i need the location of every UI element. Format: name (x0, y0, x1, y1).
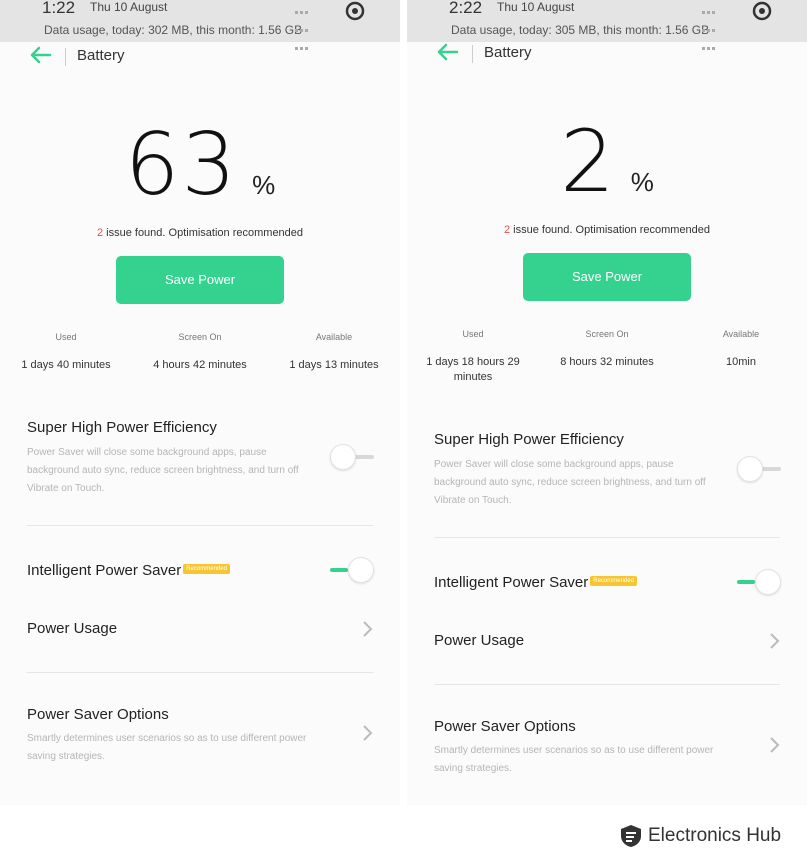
power-usage-title[interactable]: Power Usage (434, 632, 524, 649)
issue-message: 2 issue found. Optimisation recommended (407, 224, 807, 236)
stat-used: Used 1 days 40 minutes (7, 332, 125, 373)
battery-screen-right: 2:22 Thu 10 August Data usage, today: 30… (407, 0, 807, 805)
intelligent-power-saver-toggle[interactable] (330, 557, 374, 583)
power-usage-title[interactable]: Power Usage (27, 620, 117, 637)
appbar-divider (472, 45, 473, 63)
status-data-usage: Data usage, today: 305 MB, this month: 1… (451, 23, 710, 37)
power-saver-options-desc: Smartly determines user scenarios so as … (27, 733, 307, 762)
divider (27, 672, 373, 673)
page-title: Battery (484, 44, 532, 61)
battery-percentage: 63% (0, 115, 400, 215)
status-data-usage: Data usage, today: 302 MB, this month: 1… (44, 23, 303, 37)
super-high-power-efficiency-title: Super High Power Efficiency (434, 431, 624, 448)
battery-percentage: 2% (407, 112, 807, 212)
back-arrow-icon[interactable] (437, 43, 459, 61)
divider (434, 537, 780, 538)
percent-sign: % (252, 170, 276, 200)
stat-value: 1 days 18 hours 29 minutes (426, 356, 520, 383)
chevron-right-icon[interactable] (360, 619, 374, 639)
shield-logo-icon (621, 825, 641, 847)
stat-label: Used (462, 329, 484, 339)
settings-gear-icon[interactable] (344, 0, 366, 22)
save-power-button[interactable]: Save Power (523, 253, 691, 301)
chevron-right-icon[interactable] (767, 631, 781, 651)
page-title: Battery (77, 47, 125, 64)
status-time: 2:22 (449, 0, 483, 17)
stat-value: 10min (726, 356, 756, 368)
power-saver-options-desc: Smartly determines user scenarios so as … (434, 745, 714, 774)
status-bar: 2:22 Thu 10 August Data usage, today: 30… (407, 0, 807, 50)
battery-percent-value: 2 (560, 112, 617, 212)
battery-screen-left: 1:22 Thu 10 August Data usage, today: 30… (0, 0, 400, 805)
power-saver-options-title[interactable]: Power Saver Options (27, 706, 169, 723)
recommended-badge: Recommended (183, 564, 230, 575)
chevron-right-icon[interactable] (767, 735, 781, 755)
dialpad-icon[interactable] (294, 2, 314, 50)
brand-suffix: Hub (746, 825, 782, 846)
stat-screen-on: Screen On 8 hours 32 minutes (548, 329, 666, 370)
brand-text: Electronics Hub (648, 825, 781, 847)
back-arrow-icon[interactable] (30, 46, 52, 64)
stat-label: Available (315, 332, 353, 342)
stat-label: Available (722, 329, 760, 339)
stat-available: Available 10min (682, 329, 800, 370)
stat-value: 4 hours 42 minutes (153, 359, 247, 371)
issue-message: 2 issue found. Optimisation recommended (0, 227, 400, 239)
intelligent-power-saver-row[interactable]: Intelligent Power Saver Recommended (434, 574, 637, 591)
power-saver-options-title[interactable]: Power Saver Options (434, 718, 576, 735)
recommended-badge: Recommended (590, 576, 637, 587)
dialpad-icon[interactable] (701, 2, 721, 50)
status-time: 1:22 (42, 0, 76, 17)
stat-label: Screen On (585, 329, 629, 339)
stat-label: Screen On (178, 332, 222, 342)
brand-name: Electronics (648, 825, 741, 846)
super-high-power-efficiency-title: Super High Power Efficiency (27, 419, 217, 436)
super-high-power-efficiency-desc: Power Saver will close some background a… (27, 447, 299, 494)
save-power-button[interactable]: Save Power (116, 256, 284, 304)
super-high-power-efficiency-toggle[interactable] (330, 444, 374, 470)
intelligent-power-saver-title: Intelligent Power Saver (27, 562, 182, 579)
status-bar: 1:22 Thu 10 August Data usage, today: 30… (0, 0, 400, 50)
stat-available: Available 1 days 13 minutes (275, 332, 393, 373)
intelligent-power-saver-row[interactable]: Intelligent Power Saver Recommended (27, 562, 230, 579)
intelligent-power-saver-title: Intelligent Power Saver (434, 574, 589, 591)
divider (434, 684, 780, 685)
stat-value: 8 hours 32 minutes (560, 356, 654, 368)
electronics-hub-logo: Electronics Hub (620, 822, 806, 850)
stat-label: Used (55, 332, 77, 342)
stat-value: 1 days 40 minutes (21, 359, 111, 371)
super-high-power-efficiency-desc: Power Saver will close some background a… (434, 459, 706, 506)
percent-sign: % (630, 167, 654, 197)
battery-percent-value: 63 (124, 115, 239, 215)
stat-used: Used 1 days 18 hours 29 minutes (414, 329, 532, 385)
chevron-right-icon[interactable] (360, 723, 374, 743)
status-date: Thu 10 August (90, 0, 168, 14)
appbar-divider (65, 48, 66, 66)
super-high-power-efficiency-toggle[interactable] (737, 456, 781, 482)
issue-text: issue found. Optimisation recommended (510, 224, 711, 236)
status-date: Thu 10 August (497, 0, 575, 14)
stat-value: 1 days 13 minutes (289, 359, 379, 371)
stat-screen-on: Screen On 4 hours 42 minutes (141, 332, 259, 373)
intelligent-power-saver-toggle[interactable] (737, 569, 781, 595)
settings-gear-icon[interactable] (751, 0, 773, 22)
issue-text: issue found. Optimisation recommended (103, 227, 304, 239)
divider (27, 525, 373, 526)
